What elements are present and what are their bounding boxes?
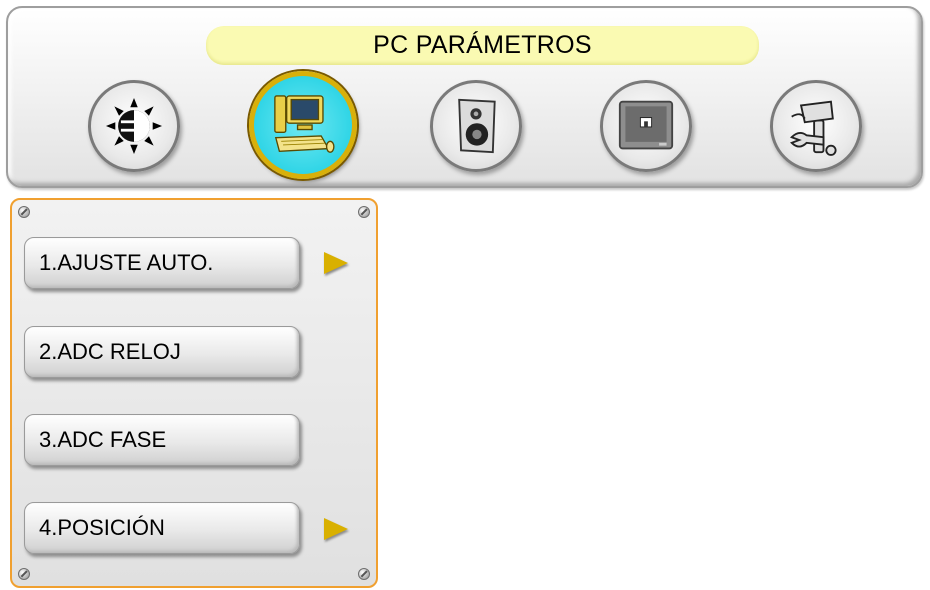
menu-item-auto-adjust[interactable]: 1.AJUSTE AUTO.	[24, 237, 300, 289]
screw-decoration	[358, 206, 370, 218]
tv-screen-icon[interactable]	[600, 80, 692, 172]
screw-decoration	[18, 568, 30, 580]
tools-icon[interactable]	[770, 80, 862, 172]
top-menu-bar: PC PARÁMETROS	[6, 6, 923, 188]
speaker-icon[interactable]	[430, 80, 522, 172]
submenu-arrow-icon[interactable]	[324, 518, 348, 540]
submenu-arrow-icon[interactable]	[324, 252, 348, 274]
screw-decoration	[358, 568, 370, 580]
menu-item-adc-phase[interactable]: 3.ADC FASE	[24, 414, 300, 466]
pc-settings-menu-panel: 1.AJUSTE AUTO. 2.ADC RELOJ 3.ADC FASE 4.…	[10, 198, 378, 588]
page-title: PC PARÁMETROS	[206, 26, 759, 65]
menu-item-position[interactable]: 4.POSICIÓN	[24, 502, 300, 554]
menu-item-label: 4.POSICIÓN	[39, 515, 165, 540]
pc-computer-icon[interactable]	[249, 71, 357, 179]
brightness-icon[interactable]	[88, 80, 180, 172]
menu-item-label: 1.AJUSTE AUTO.	[39, 250, 214, 275]
menu-item-adc-clock[interactable]: 2.ADC RELOJ	[24, 326, 300, 378]
menu-item-label: 2.ADC RELOJ	[39, 339, 181, 364]
menu-item-label: 3.ADC FASE	[39, 427, 167, 452]
screw-decoration	[18, 206, 30, 218]
